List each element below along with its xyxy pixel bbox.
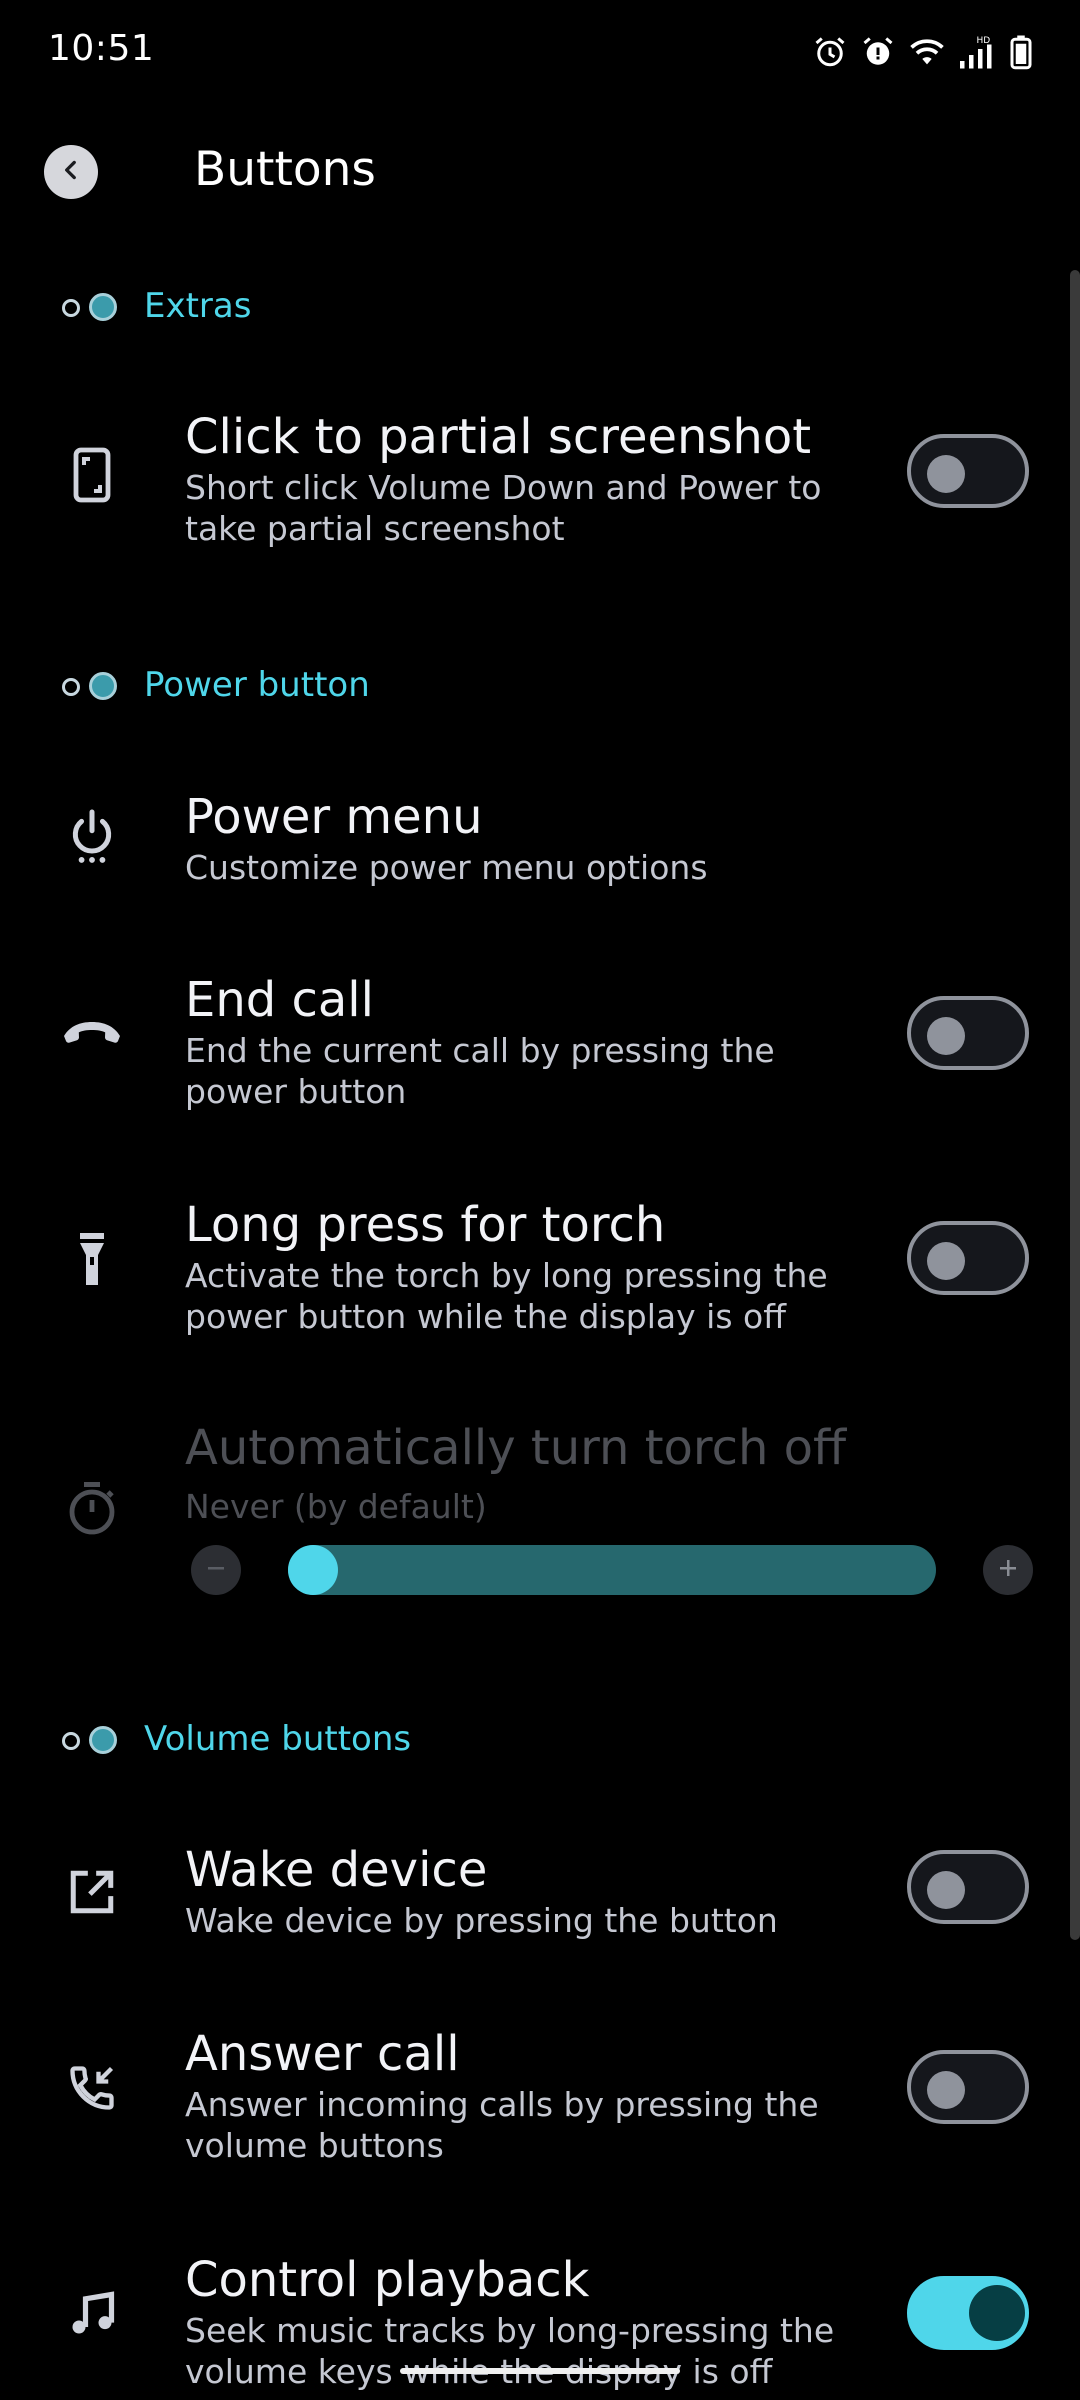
gesture-navigation-handle[interactable]: [400, 2368, 680, 2374]
pref-summary: Wake device by pressing the button: [185, 1901, 778, 1940]
wifi-icon: [908, 35, 946, 69]
call-end-icon: [60, 1000, 124, 1064]
pref-title: Click to partial screenshot: [185, 409, 812, 465]
status-icons: HD: [812, 30, 1032, 74]
section-dots-icon: [62, 1724, 124, 1754]
pref-title: Answer call: [185, 2026, 460, 2082]
open-in-new-icon: [60, 1860, 124, 1924]
pref-summary: Never (by default): [185, 1487, 487, 1526]
minus-icon: [205, 1557, 227, 1583]
plus-icon: [997, 1557, 1019, 1583]
pref-summary: Short click Volume Down and Power to tak…: [185, 468, 822, 548]
section-header-extras: Extras: [62, 281, 251, 331]
music-note-icon: [60, 2282, 124, 2346]
call-received-icon: [60, 2056, 124, 2120]
section-dots-icon: [62, 291, 124, 321]
section-label: Extras: [144, 286, 252, 326]
phone-screenshot-icon: [60, 443, 124, 507]
section-header-volume-buttons: Volume buttons: [62, 1714, 411, 1764]
alarm-icon: [812, 34, 848, 70]
page-title: Buttons: [194, 142, 376, 197]
timer-icon: [60, 1476, 124, 1540]
pref-summary: Answer incoming calls by pressing the vo…: [185, 2085, 819, 2165]
status-bar: 10:51 HD: [0, 0, 1080, 100]
section-label: Volume buttons: [144, 1719, 412, 1759]
pref-title: End call: [185, 972, 374, 1028]
long-press-torch-switch[interactable]: [907, 1221, 1029, 1295]
pref-partial-screenshot[interactable]: Click to partial screenshot Short click …: [0, 395, 1080, 555]
wake-device-switch[interactable]: [907, 1850, 1029, 1924]
pref-title: Control playback: [185, 2252, 590, 2308]
pref-control-playback[interactable]: Control playback Seek music tracks by lo…: [0, 2238, 1080, 2400]
partial-screenshot-switch[interactable]: [907, 434, 1029, 508]
power-menu-icon: [60, 805, 124, 869]
signal-icon: HD: [958, 34, 998, 70]
pref-end-call[interactable]: End call End the current call by pressin…: [0, 958, 1080, 1118]
pref-long-press-torch[interactable]: Long press for torch Activate the torch …: [0, 1183, 1080, 1343]
slider-track[interactable]: [288, 1545, 936, 1595]
battery-icon: [1010, 34, 1032, 70]
torch-timeout-slider: [0, 1535, 1080, 1605]
pref-summary: Seek music tracks by long-pressing the v…: [185, 2311, 835, 2391]
pref-title: Power menu: [185, 789, 483, 845]
pref-title: Wake device: [185, 1842, 488, 1898]
back-button[interactable]: [44, 145, 98, 199]
pref-summary: Customize power menu options: [185, 848, 708, 887]
status-time: 10:51: [48, 28, 155, 69]
slider-increase-button[interactable]: [983, 1545, 1033, 1595]
pref-summary: End the current call by pressing the pow…: [185, 1031, 775, 1111]
pref-title: Automatically turn torch off: [185, 1420, 847, 1476]
section-header-power-button: Power button: [62, 660, 370, 710]
slider-decrease-button[interactable]: [191, 1545, 241, 1595]
answer-call-switch[interactable]: [907, 2050, 1029, 2124]
pref-wake-device[interactable]: Wake device Wake device by pressing the …: [0, 1828, 1080, 1958]
flashlight-icon: [60, 1227, 124, 1291]
control-playback-switch[interactable]: [907, 2276, 1029, 2350]
end-call-switch[interactable]: [907, 996, 1029, 1070]
top-app-bar: Buttons: [0, 120, 1080, 230]
chevron-left-icon: [58, 157, 84, 187]
pref-summary: Activate the torch by long pressing the …: [185, 1256, 828, 1336]
slider-thumb[interactable]: [288, 1545, 338, 1595]
section-dots-icon: [62, 670, 124, 700]
pref-power-menu[interactable]: Power menu Customize power menu options: [0, 775, 1080, 905]
section-label: Power button: [144, 665, 370, 705]
pref-answer-call[interactable]: Answer call Answer incoming calls by pre…: [0, 2012, 1080, 2172]
alarm-alert-icon: [860, 34, 896, 70]
pref-title: Long press for torch: [185, 1197, 666, 1253]
